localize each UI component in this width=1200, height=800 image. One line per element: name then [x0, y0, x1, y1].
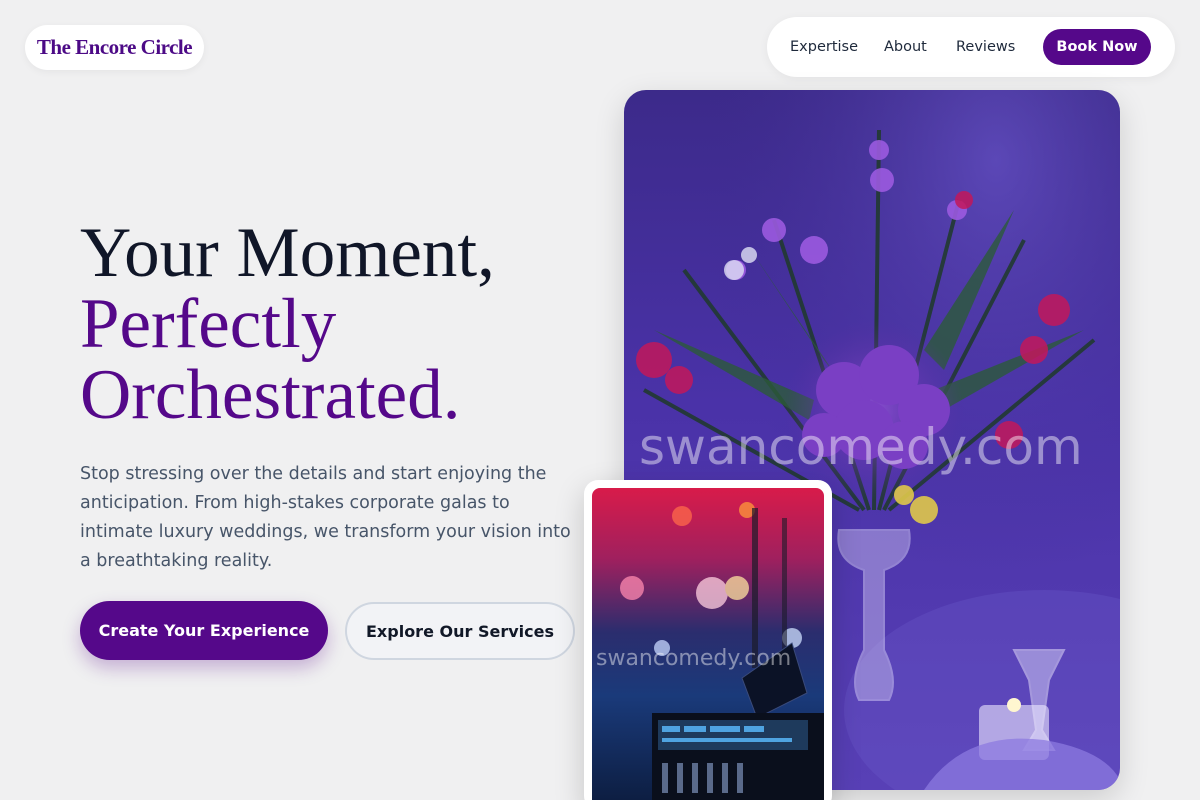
explore-services-button[interactable]: Explore Our Services [345, 602, 575, 660]
stage-photo-card: swancomedy.com [584, 480, 832, 800]
nav-link-expertise[interactable]: Expertise [790, 17, 858, 77]
hero-title-line-2: Perfectly [80, 285, 337, 363]
main-nav: Expertise About Reviews Book Now [767, 17, 1175, 77]
main-image-watermark: swancomedy.com [639, 418, 1083, 476]
nav-link-about[interactable]: About [884, 17, 927, 77]
create-experience-button[interactable]: Create Your Experience [80, 601, 328, 660]
stage-mixer-illustration [620, 502, 824, 800]
stage-mixer-image: swancomedy.com [592, 488, 824, 800]
hero-subtitle: Stop stressing over the details and star… [80, 464, 571, 571]
small-image-watermark: swancomedy.com [596, 646, 792, 671]
brand-logo[interactable]: The Encore Circle [25, 25, 204, 70]
brand-name: The Encore Circle [36, 35, 193, 59]
hero-title: Your Moment, Perfectly Orchestrated. [80, 218, 600, 431]
nav-link-reviews[interactable]: Reviews [956, 17, 1015, 77]
hero-title-line-3: Orchestrated. [80, 356, 461, 434]
book-now-button[interactable]: Book Now [1043, 29, 1151, 65]
hero-title-line-1: Your Moment, [80, 214, 495, 292]
